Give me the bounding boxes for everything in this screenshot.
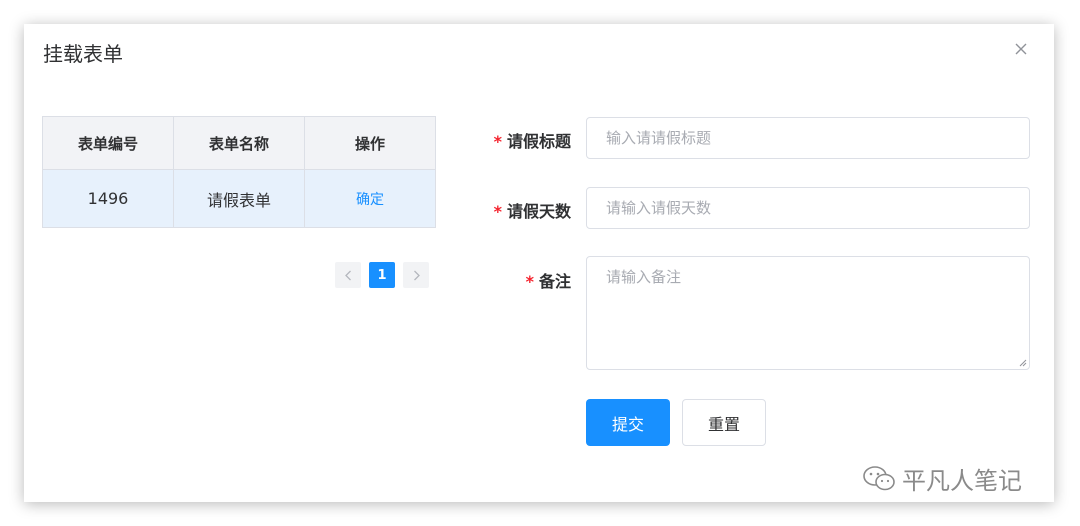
dialog-title: 挂载表单 [43,42,123,66]
column-header-form-id: 表单编号 [43,117,174,169]
leave-days-input[interactable] [586,187,1030,229]
chevron-left-icon [344,270,351,280]
leave-title-input[interactable] [586,117,1030,159]
close-icon [1015,43,1027,55]
wechat-icon [863,465,895,490]
leave-title-label-text: 请假标题 [506,132,571,151]
reset-button[interactable]: 重置 [682,399,766,446]
required-mark: * [493,202,502,221]
leave-days-label-text: 请假天数 [506,202,571,221]
watermark-text: 平凡人笔记 [902,467,1022,495]
required-mark: * [525,272,534,291]
chevron-right-icon [413,270,420,280]
pagination: 1 [335,262,429,288]
resize-handle-icon[interactable] [1018,358,1027,367]
mount-form-dialog: 挂载表单 表单编号 表单名称 操作 1496 请假表单 确定 1 * 请假标题 … [24,24,1054,502]
column-header-action: 操作 [354,134,385,153]
leave-title-label: * 请假标题 [421,128,571,152]
cell-form-id: 1496 [43,170,174,227]
forms-table: 表单编号 表单名称 操作 1496 请假表单 确定 [42,116,436,228]
confirm-link[interactable]: 确定 [356,189,384,209]
prev-page-button[interactable] [335,262,361,288]
watermark: 平凡人笔记 [862,461,1022,496]
cell-action: 确定 [305,170,435,227]
required-mark: * [493,132,502,151]
submit-button[interactable]: 提交 [586,399,670,446]
cell-form-name: 请假表单 [174,170,305,227]
column-header-form-name: 表单名称 [174,117,305,169]
page-number-button[interactable]: 1 [369,262,395,288]
table-row[interactable]: 1496 请假表单 确定 [43,170,435,227]
remarks-textarea[interactable] [586,256,1030,370]
table-header-row: 表单编号 表单名称 操作 [43,117,435,170]
close-button[interactable] [1010,38,1032,60]
leave-days-label: * 请假天数 [421,198,571,222]
remarks-label: * 备注 [421,268,571,292]
remarks-label-text: 备注 [538,272,571,291]
